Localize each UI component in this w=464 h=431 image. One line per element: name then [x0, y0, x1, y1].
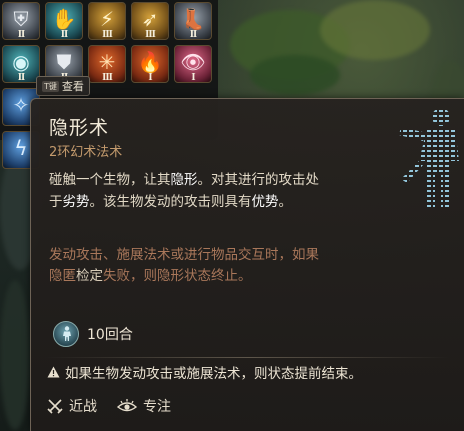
foliage	[250, 55, 340, 95]
examine-label: 查看	[61, 80, 84, 93]
desc-text: 。	[278, 194, 293, 210]
spell-slot[interactable]: ◉ II	[2, 45, 40, 83]
spell-tier-badge: II	[17, 30, 25, 40]
spell-tooltip: 隐形术 2环幻术法术 碰触一个生物，让其隐形。对其进行的攻击处于劣势。该生物发动…	[30, 98, 464, 431]
spell-slot[interactable]: ➶ III	[131, 2, 169, 40]
warning-text: 如果生物发动攻击或施展法术，则状态提前结束。	[65, 366, 362, 382]
examine-hint[interactable]: T键 查看	[36, 76, 90, 96]
boots-icon: 👢	[180, 7, 206, 31]
spell-slot[interactable]: 👢 II	[174, 2, 212, 40]
spell-slot[interactable]: ⛨ II	[2, 2, 40, 40]
keyword-disadvantage[interactable]: 劣势	[63, 194, 90, 210]
keyword-invisible[interactable]: 隐形	[171, 172, 198, 188]
desc-text: 碰触一个生物，让其	[49, 172, 171, 188]
web-icon: ✳	[98, 50, 116, 74]
spell-duration: 10回合	[87, 327, 133, 343]
sphere-icon: ◉	[12, 50, 30, 74]
eye-icon: 👁	[180, 50, 206, 74]
arrow-icon: ➶	[141, 7, 159, 31]
spell-description: 碰触一个生物，让其隐形。对其进行的攻击处于劣势。该生物发动的攻击则具有优势。	[49, 169, 331, 213]
spell-slot[interactable]: 🔥 I	[131, 45, 169, 83]
flame-icon: 🔥	[137, 50, 163, 74]
invisibility-illustration-icon	[399, 108, 459, 209]
keyword-advantage[interactable]: 优势	[252, 194, 279, 210]
spell-tier-badge: II	[189, 30, 197, 40]
spell-tier-badge: I	[191, 73, 195, 83]
range-melee: 近战	[47, 396, 97, 416]
spell-slot[interactable]: ✳ III	[88, 45, 126, 83]
concentration: 专注	[117, 396, 171, 416]
hand-ward-icon: ✋	[51, 7, 77, 31]
concentration-eye-icon	[117, 399, 137, 412]
spell-tier-badge: II	[17, 73, 25, 83]
duration-icon	[53, 321, 79, 347]
range-label: 近战	[69, 399, 97, 415]
spell-tier-badge: II	[60, 30, 68, 40]
lightning-bolt-icon: ⚡	[99, 7, 115, 31]
spell-slot[interactable]: ⚡ III	[88, 2, 126, 40]
desc-text: 。该生物发动的攻击则具有	[89, 194, 252, 210]
divider	[45, 357, 450, 358]
shield-icon: ⛨	[13, 7, 29, 31]
spell-school-level: 2环幻术法术	[49, 145, 123, 160]
foliage	[320, 0, 430, 60]
concentration-label: 专注	[143, 399, 171, 415]
spell-tier-badge: III	[102, 30, 113, 40]
warning-icon	[47, 366, 60, 378]
spell-tier-badge: III	[102, 73, 113, 83]
spell-footer: 近战 专注	[47, 396, 191, 416]
spell-tier-badge: III	[145, 30, 156, 40]
spell-warning: 如果生物发动攻击或施展法术，则状态提前结束。	[47, 362, 362, 382]
spell-title: 隐形术	[49, 117, 110, 139]
spell-tier-badge: I	[148, 73, 152, 83]
spell-slot[interactable]: 👁 I	[174, 45, 212, 83]
keyword-check[interactable]: 检定	[76, 268, 103, 284]
rock	[0, 280, 30, 430]
crossed-swords-icon	[47, 399, 63, 414]
spell-slot[interactable]: ✋ II	[45, 2, 83, 40]
keybind-badge: T键	[42, 80, 59, 92]
shield-wall-icon: ⛊	[56, 50, 72, 74]
spell-note: 发动攻击、施展法术或进行物品交互时，如果隐匿检定失败，则隐形状态终止。	[49, 245, 329, 287]
note-text: 失败，则隐形状态终止。	[103, 268, 252, 284]
